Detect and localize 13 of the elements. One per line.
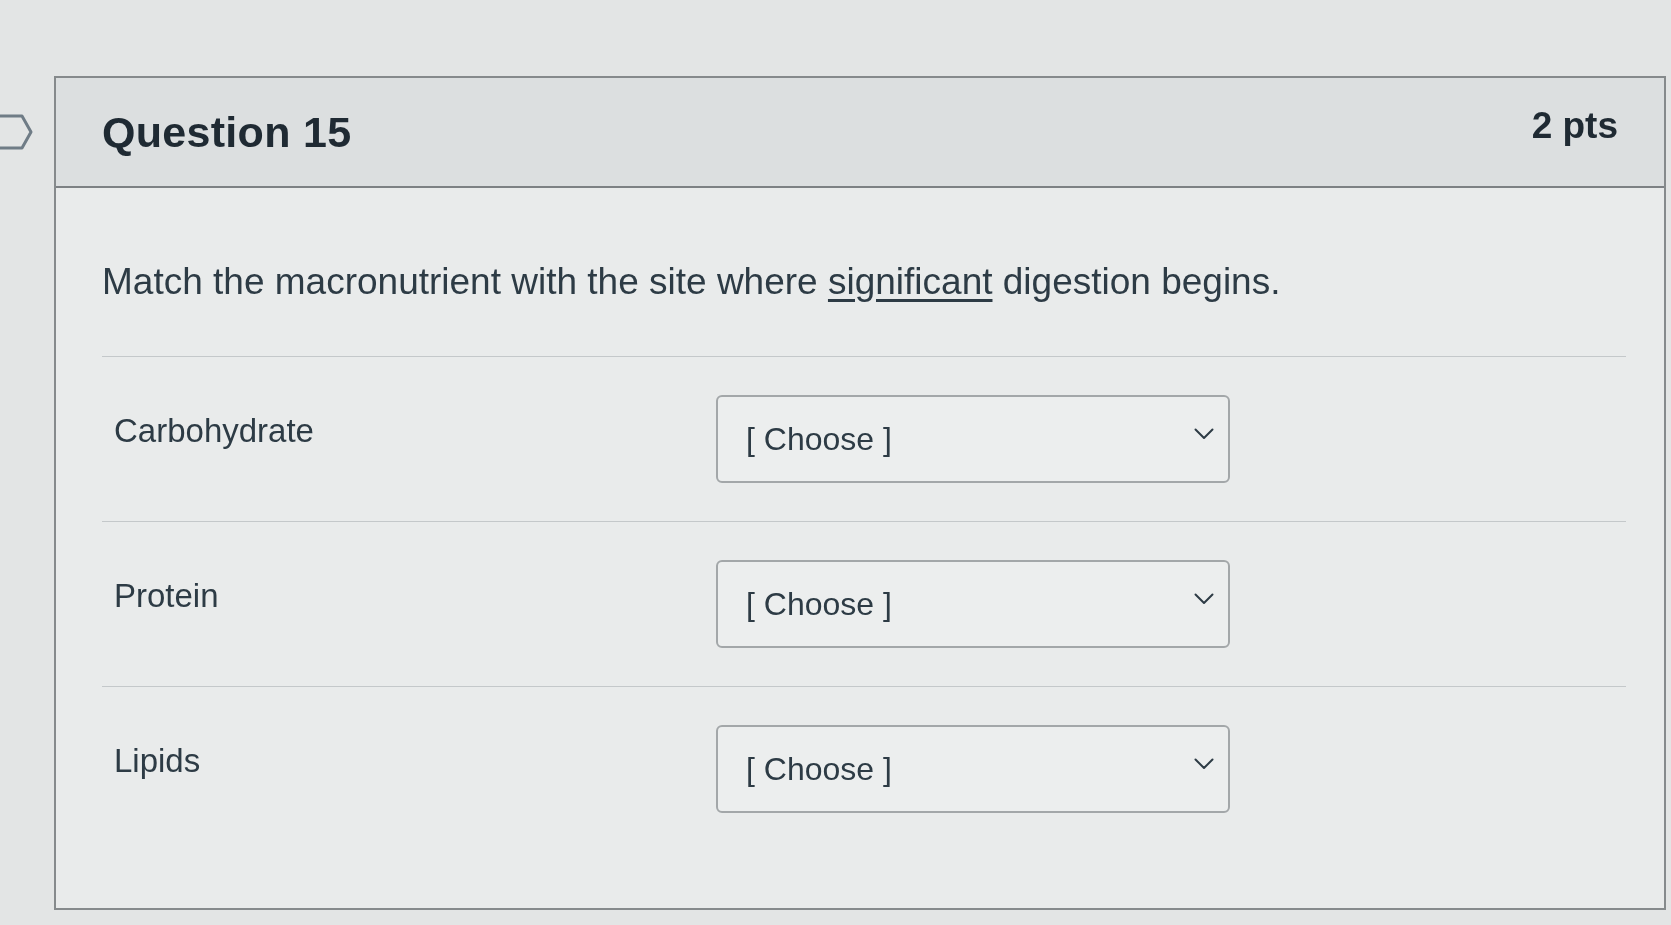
answer-dropdown[interactable]: [ Choose ] — [716, 560, 1230, 648]
term-label: Lipids — [114, 741, 202, 781]
chevron-down-icon — [1194, 593, 1214, 605]
answer-dropdown[interactable]: [ Choose ] — [716, 395, 1230, 483]
chevron-down-icon — [1194, 758, 1214, 770]
question-title: Question 15 — [102, 107, 352, 157]
answer-dropdown[interactable]: [ Choose ] — [716, 725, 1230, 813]
flag-icon[interactable] — [0, 114, 33, 150]
chevron-down-icon — [1194, 428, 1214, 440]
question-text: Match the macronutrient with the site where significant digestion begins. — [102, 260, 1281, 304]
term-label: Protein — [114, 576, 220, 616]
term-label: Carbohydrate — [114, 411, 315, 451]
points-value: 2 pts — [1531, 105, 1618, 147]
